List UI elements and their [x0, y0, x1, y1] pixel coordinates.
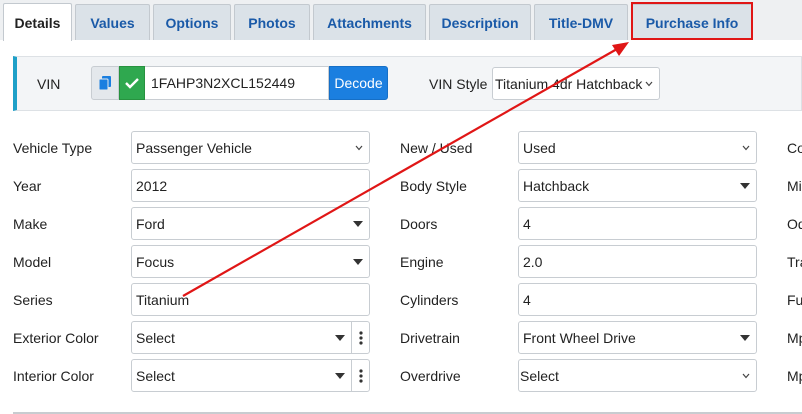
- cylinders-field[interactable]: 4: [518, 283, 757, 316]
- chevron-down-icon: [742, 360, 750, 391]
- caret-down-icon: [353, 208, 363, 239]
- tab-photos[interactable]: Photos: [234, 4, 310, 41]
- vehicle-type-value: Passenger Vehicle: [136, 139, 252, 156]
- right-label-3: Od: [787, 216, 802, 232]
- overdrive-label: Overdrive: [400, 368, 461, 384]
- tab-values[interactable]: Values: [75, 4, 150, 41]
- exterior-color-value: Select: [136, 329, 175, 346]
- cylinders-value: 4: [523, 291, 531, 308]
- right-label-6: Mp: [787, 330, 802, 346]
- caret-down-icon: [740, 170, 750, 201]
- decode-button[interactable]: Decode: [329, 66, 388, 100]
- tab-label: Attachments: [327, 15, 412, 31]
- model-label: Model: [13, 254, 52, 270]
- make-select[interactable]: Ford: [131, 207, 370, 240]
- new-used-value: Used: [523, 139, 556, 156]
- make-value: Ford: [136, 215, 165, 232]
- vin-label: VIN: [37, 76, 61, 92]
- make-label: Make: [13, 216, 48, 232]
- caret-down-icon: [353, 246, 363, 277]
- drivetrain-select[interactable]: Front Wheel Drive: [518, 321, 757, 354]
- doors-label: Doors: [400, 216, 438, 232]
- right-label-4: Tra: [787, 254, 802, 270]
- drivetrain-value: Front Wheel Drive: [523, 329, 636, 346]
- more-options-icon[interactable]: [351, 321, 370, 354]
- year-value: 2012: [136, 177, 168, 194]
- more-options-icon[interactable]: [351, 359, 370, 392]
- new-used-label: New / Used: [400, 140, 473, 156]
- caret-down-icon: [335, 360, 345, 391]
- vin-style-select[interactable]: Titanium 4dr Hatchback: [492, 67, 660, 100]
- overdrive-select[interactable]: Select: [518, 359, 757, 392]
- right-label-7: Mp: [787, 368, 802, 384]
- check-icon[interactable]: [119, 66, 145, 100]
- chevron-down-icon: [645, 68, 653, 99]
- annotation-highlight-box: [631, 2, 753, 40]
- vehicle-type-select[interactable]: Passenger Vehicle: [131, 131, 370, 164]
- body-style-select[interactable]: Hatchback: [518, 169, 757, 202]
- copy-icon[interactable]: [91, 66, 119, 100]
- chevron-down-icon: [355, 132, 363, 163]
- right-label-2: Mi: [787, 178, 802, 194]
- tab-options[interactable]: Options: [153, 4, 231, 41]
- right-label-5: Fu: [787, 292, 802, 308]
- overdrive-value: Select: [520, 367, 559, 384]
- tab-title-dmv[interactable]: Title-DMV: [534, 4, 628, 41]
- new-used-select[interactable]: Used: [518, 131, 757, 164]
- vin-style-label: VIN Style: [429, 76, 488, 92]
- doors-field[interactable]: 4: [518, 207, 757, 240]
- exterior-color-select[interactable]: Select: [131, 321, 352, 354]
- vehicle-type-label: Vehicle Type: [13, 140, 93, 156]
- vin-bar: VIN Decode VIN Style Titanium 4dr Hatchb…: [13, 56, 802, 111]
- vin-input[interactable]: [145, 66, 329, 100]
- body-style-value: Hatchback: [523, 177, 590, 194]
- chevron-down-icon: [742, 132, 750, 163]
- drivetrain-label: Drivetrain: [400, 330, 460, 346]
- interior-color-select[interactable]: Select: [131, 359, 352, 392]
- engine-label: Engine: [400, 254, 444, 270]
- details-panel: VIN Decode VIN Style Titanium 4dr Hatchb…: [0, 40, 802, 414]
- right-label-1: Co: [787, 140, 802, 156]
- tab-attachments[interactable]: Attachments: [313, 4, 426, 41]
- engine-value: 2.0: [523, 253, 543, 270]
- engine-field[interactable]: 2.0: [518, 245, 757, 278]
- vin-style-value: Titanium 4dr Hatchback: [495, 75, 643, 92]
- interior-color-label: Interior Color: [13, 368, 94, 384]
- cylinders-label: Cylinders: [400, 292, 459, 308]
- doors-value: 4: [523, 215, 531, 232]
- tab-label: Photos: [248, 15, 296, 31]
- tab-label: Title-DMV: [548, 15, 614, 31]
- tab-label: Options: [165, 15, 219, 31]
- caret-down-icon: [335, 322, 345, 353]
- tab-label: Details: [14, 14, 61, 31]
- body-style-label: Body Style: [400, 178, 467, 194]
- series-value: Titanium: [136, 291, 190, 308]
- tab-label: Values: [90, 15, 135, 31]
- exterior-color-label: Exterior Color: [13, 330, 99, 346]
- tab-label: Description: [441, 15, 519, 31]
- tab-description[interactable]: Description: [429, 4, 531, 41]
- model-value: Focus: [136, 253, 175, 270]
- model-select[interactable]: Focus: [131, 245, 370, 278]
- tab-details[interactable]: Details: [3, 3, 72, 41]
- series-label: Series: [13, 292, 53, 308]
- series-field[interactable]: Titanium: [131, 283, 370, 316]
- year-field[interactable]: 2012: [131, 169, 370, 202]
- interior-color-value: Select: [136, 367, 175, 384]
- year-label: Year: [13, 178, 42, 194]
- vin-input-group: Decode: [91, 66, 388, 100]
- caret-down-icon: [740, 322, 750, 353]
